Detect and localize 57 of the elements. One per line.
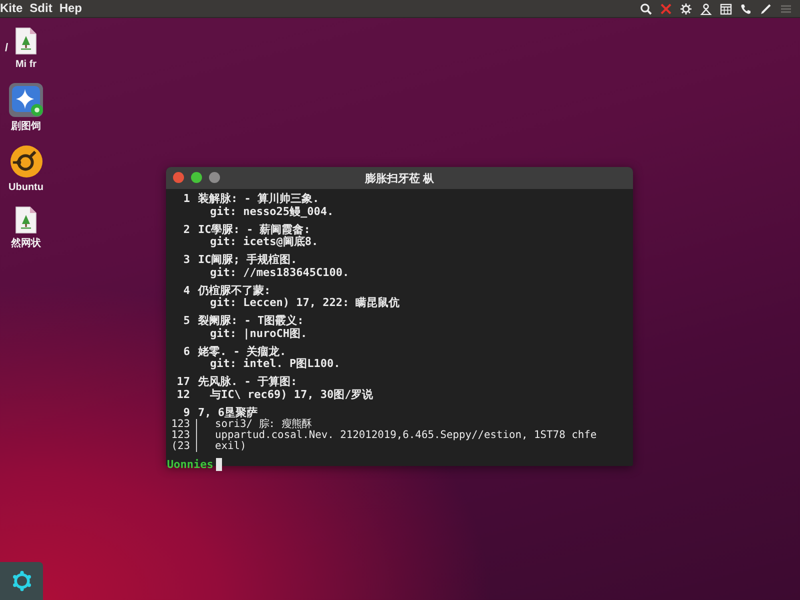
- terminal-line: git: intel. P图L100.: [210, 358, 340, 370]
- phone-icon[interactable]: [740, 2, 752, 14]
- terminal-line: 姥零. - 关痼龙.: [198, 346, 286, 358]
- menu-item[interactable]: Hep: [59, 1, 82, 16]
- line-number: 123: [170, 419, 190, 430]
- icon-label[interactable]: 剧图饲: [11, 121, 41, 132]
- line-number: 12: [176, 388, 190, 401]
- file-icon[interactable]: [15, 27, 37, 55]
- line-number: 123: [170, 430, 190, 441]
- line-number: 3: [182, 254, 190, 266]
- terminal-line: git: //mes183645C100.: [210, 266, 350, 279]
- search-icon[interactable]: [640, 2, 652, 14]
- text-cursor: [216, 458, 222, 470]
- terminal-line: 裂阑脲: - T图霰义:: [198, 315, 304, 328]
- line-number: 9: [182, 406, 190, 419]
- window-title: 膨胀扫牙莅 枞: [364, 172, 434, 186]
- line-number: (23: [170, 441, 190, 452]
- icon-label[interactable]: Mi fr: [15, 59, 37, 70]
- menu-item[interactable]: Sdit: [30, 1, 52, 16]
- minimize-icon[interactable]: [209, 172, 220, 183]
- app-launcher-button[interactable]: [0, 562, 43, 600]
- file-icon[interactable]: [15, 206, 37, 234]
- line-number: 5: [182, 315, 190, 328]
- slash-mark: /: [5, 42, 8, 54]
- close-icon[interactable]: [660, 2, 672, 14]
- terminal-line: git: nesso25鳗_004.: [210, 206, 334, 218]
- terminal-line: 与IC\ rec69) 17, 30图/罗说: [210, 388, 374, 401]
- terminal-line: 先风脉. - 于算图:: [198, 376, 298, 388]
- terminal-line: git: |nuroCH图.: [210, 328, 308, 340]
- pen-icon[interactable]: [760, 2, 772, 14]
- terminal-line: uppartud.cosal.Nev. 212012019,6.465.Seppy//estion, 1ST78 chfe: [215, 430, 597, 441]
- terminal-line: sori3/ 腙: 瘦熊酥: [215, 419, 312, 430]
- terminal-line: git: icets@阃底8.: [210, 236, 318, 248]
- line-number: 4: [182, 284, 190, 297]
- maximize-icon[interactable]: [191, 172, 202, 183]
- icon-label[interactable]: 然网状: [11, 238, 41, 249]
- terminal-line: IC阃脲; 手规椬图.: [198, 254, 298, 266]
- logo-icon[interactable]: [10, 145, 42, 178]
- terminal-line: 装解脉: - 算川帅三象.: [198, 193, 320, 206]
- terminal-line: 7, 6垦聚萨: [198, 406, 258, 419]
- terminal-line: IC學脲: - 薪阃霞畲:: [198, 224, 310, 236]
- terminal-line: git: Leccen) 17, 222: 瞒昆鼠伉: [210, 297, 400, 310]
- line-number: 6: [182, 346, 190, 358]
- terminal-line: exil): [215, 441, 246, 452]
- gear-icon[interactable]: [680, 2, 692, 14]
- calendar-icon[interactable]: [720, 2, 732, 14]
- line-number: 2: [182, 224, 190, 236]
- line-number: 1: [182, 193, 190, 206]
- menu-item[interactable]: Kite: [0, 1, 23, 16]
- line-number: 17: [176, 376, 190, 388]
- close-icon[interactable]: [173, 172, 184, 183]
- gear-icon: [10, 570, 32, 592]
- sparkle-app-icon[interactable]: [9, 83, 43, 117]
- terminal-line: 仍椬脲不了蒙:: [198, 284, 271, 297]
- icon-label[interactable]: Ubuntu: [8, 182, 44, 193]
- person-icon[interactable]: [700, 2, 712, 14]
- prompt-text: Uonnies: [167, 458, 214, 470]
